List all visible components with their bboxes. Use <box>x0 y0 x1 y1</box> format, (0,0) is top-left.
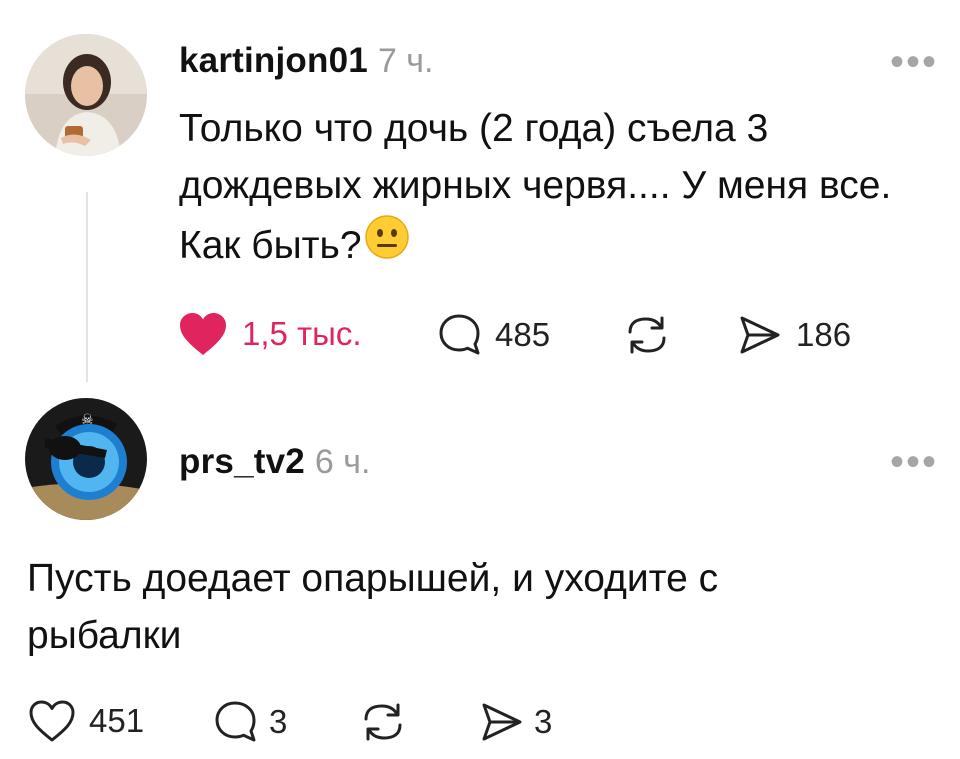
send-icon <box>482 703 522 741</box>
post-share-count: 186 <box>796 316 852 353</box>
repost-icon <box>364 703 402 741</box>
reply-time: 6 ч. <box>314 443 371 481</box>
reply-username[interactable]: prs_tv2 <box>179 442 305 482</box>
reply-like-button[interactable]: 451 <box>27 698 144 744</box>
comment-bubble-icon <box>439 314 480 355</box>
reply-like-count: 451 <box>89 702 145 739</box>
pirate-eye-avatar-icon: ☠ <box>25 398 147 520</box>
post-username[interactable]: kartinjon01 <box>179 41 368 81</box>
post-header: kartinjon01 7 ч. <box>179 41 433 81</box>
reply-comment-count: 3 <box>269 703 288 740</box>
avatar-prs_tv2[interactable]: ☠ <box>25 398 147 520</box>
reply-repost-button[interactable] <box>358 699 408 745</box>
post-text-line-2: дождевых жирных червя.... У меня все. <box>179 164 892 207</box>
post-text: Только что дочь (2 года) съела 3 дождевы… <box>179 100 949 276</box>
repost-icon <box>628 316 666 354</box>
neutral-face-emoji <box>364 214 410 276</box>
post-like-button[interactable]: 1,5 тыс. <box>178 311 362 357</box>
thread-line <box>86 192 88 382</box>
post-like-count: 1,5 тыс. <box>242 315 362 352</box>
post-comment-count: 485 <box>495 316 551 353</box>
reply-header: prs_tv2 6 ч. <box>179 442 370 482</box>
post-text-line-3: Как быть? <box>179 214 949 276</box>
heart-filled-icon <box>180 313 226 355</box>
post-repost-button[interactable] <box>622 312 672 358</box>
post-more-icon[interactable]: ••• <box>890 42 938 82</box>
send-icon <box>740 316 780 354</box>
reply-text-line-1: Пусть доедает опарышей, и уходите с <box>27 557 719 600</box>
post-comment-button[interactable]: 485 <box>437 312 550 358</box>
post-text-line-1: Только что дочь (2 года) съела 3 <box>179 107 769 150</box>
avatar-photo <box>25 34 147 156</box>
reply-share-count: 3 <box>534 703 553 740</box>
heart-outline-icon <box>29 700 75 742</box>
avatar-kartinjon01[interactable] <box>25 34 147 156</box>
post-text-line-3-text: Как быть? <box>179 223 362 267</box>
reply-more-icon[interactable]: ••• <box>890 442 938 482</box>
reply-text: Пусть доедает опарышей, и уходите с рыба… <box>27 550 927 664</box>
post-time: 7 ч. <box>377 42 434 80</box>
comment-bubble-icon <box>215 701 256 742</box>
reply-share-button[interactable]: 3 <box>478 699 552 745</box>
post-share-button[interactable]: 186 <box>736 312 851 358</box>
reply-text-line-2: рыбалки <box>27 614 182 657</box>
reply-comment-button[interactable]: 3 <box>213 699 287 745</box>
